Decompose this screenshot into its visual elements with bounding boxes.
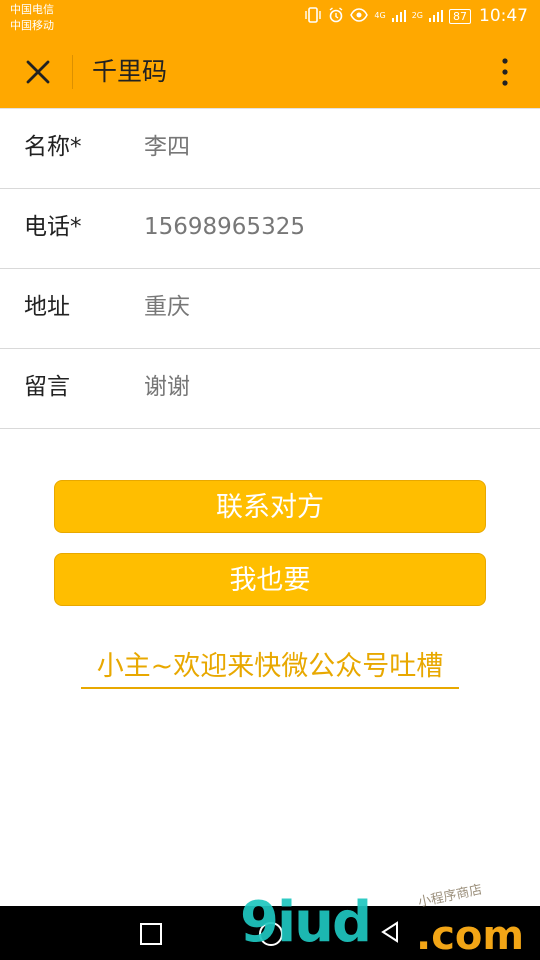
- message-field[interactable]: 谢谢: [144, 371, 504, 403]
- signal-icon: [391, 10, 406, 22]
- recent-apps-button[interactable]: [140, 923, 162, 945]
- name-label: 名称*: [24, 134, 82, 160]
- close-button[interactable]: [20, 54, 56, 90]
- more-button[interactable]: [490, 54, 520, 90]
- network-type-2: 2G: [411, 11, 423, 20]
- carrier-2: 中国移动: [10, 19, 54, 32]
- eye-icon: [350, 7, 369, 25]
- contact-button[interactable]: 联系对方: [54, 480, 486, 533]
- form-row-message: 留言 谢谢: [0, 349, 540, 429]
- more-vertical-icon: [502, 58, 508, 86]
- back-button[interactable]: [380, 921, 400, 947]
- form-row-address: 地址 重庆: [0, 269, 540, 349]
- phone-label: 电话*: [24, 214, 82, 240]
- signal-icon: [429, 10, 443, 22]
- form-row-phone: 电话* 15698965325: [0, 189, 540, 269]
- navigation-bar: [0, 906, 540, 960]
- status-icons: 4G 2G 87 10:47: [304, 6, 528, 26]
- alarm-icon: [328, 6, 344, 26]
- home-button[interactable]: [259, 922, 283, 946]
- message-label: 留言: [24, 374, 70, 400]
- battery-level: 87: [449, 8, 471, 24]
- carrier-info: 中国电信 中国移动: [10, 2, 54, 34]
- back-triangle-icon: [381, 921, 398, 943]
- contact-form: 名称* 李四 电话* 15698965325 地址 重庆 留言 谢谢: [0, 109, 540, 429]
- feedback-link[interactable]: 小主~欢迎来快微公众号吐槽: [81, 647, 459, 689]
- form-row-name: 名称* 李四: [0, 109, 540, 189]
- close-icon: [26, 60, 50, 84]
- phone-field[interactable]: 15698965325: [144, 211, 504, 243]
- address-field[interactable]: 重庆: [144, 291, 504, 323]
- title-divider: [72, 55, 73, 89]
- network-type-1: 4G: [374, 11, 386, 20]
- title-bar: 千里码: [0, 36, 540, 109]
- page-title: 千里码: [92, 57, 168, 86]
- address-label: 地址: [24, 294, 70, 320]
- name-field[interactable]: 李四: [144, 131, 504, 163]
- vibrate-icon: [304, 6, 322, 26]
- clock: 10:47: [479, 6, 528, 26]
- status-bar: 中国电信 中国移动 4G 2G 87 10:47: [0, 0, 540, 36]
- want-button[interactable]: 我也要: [54, 553, 486, 606]
- carrier-1: 中国电信: [10, 3, 54, 16]
